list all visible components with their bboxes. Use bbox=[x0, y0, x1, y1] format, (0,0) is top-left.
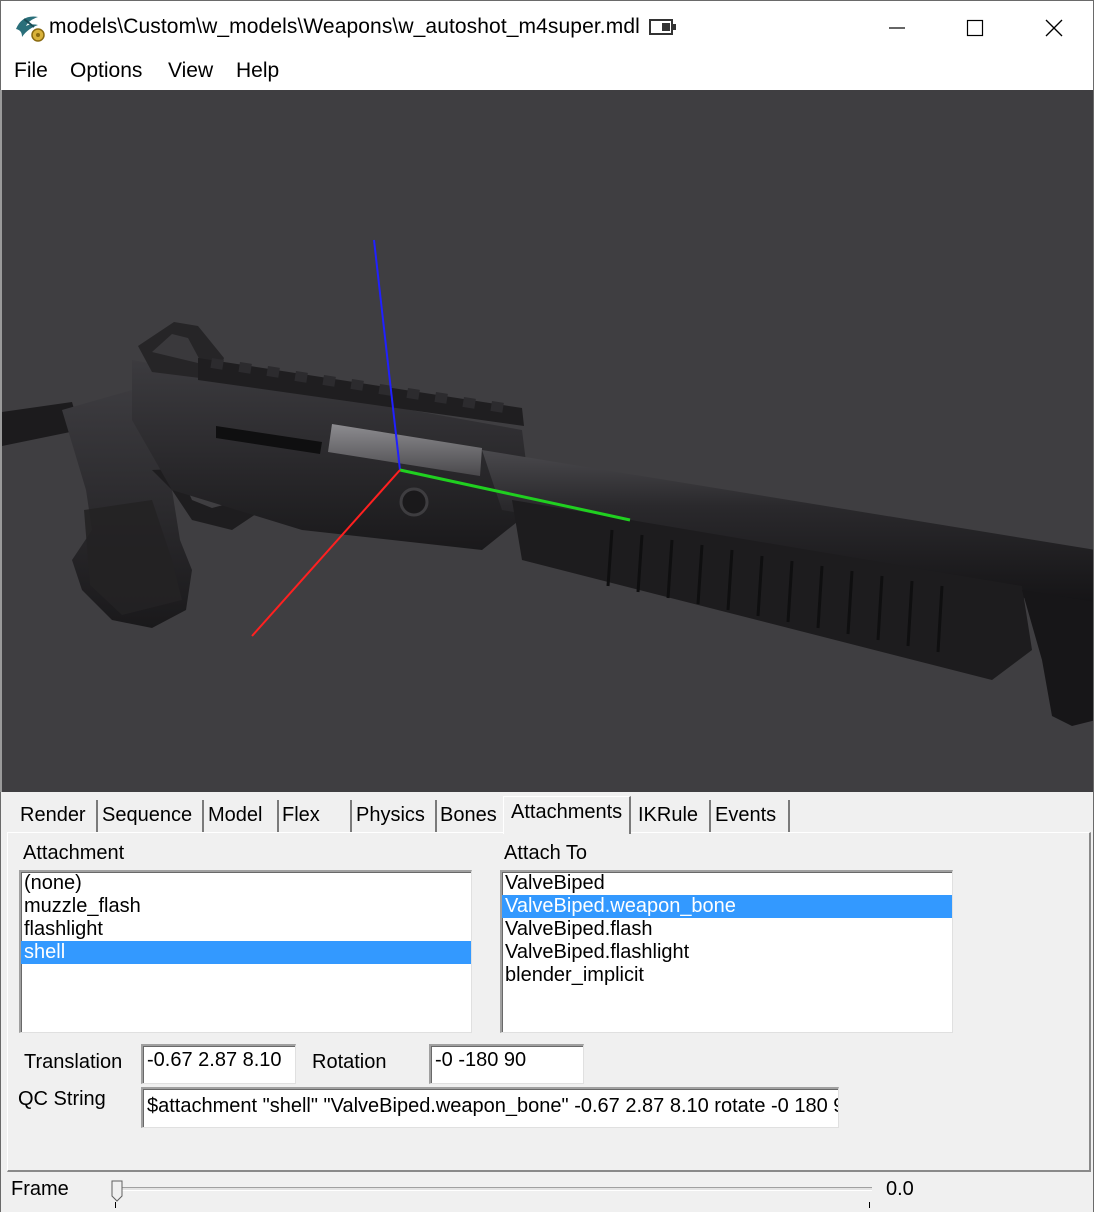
list-item[interactable]: flashlight bbox=[21, 918, 471, 941]
tab-bones[interactable]: Bones bbox=[433, 800, 506, 832]
rotation-field[interactable]: -0 -180 90 bbox=[429, 1044, 584, 1084]
menu-bar: File Options View Help bbox=[0, 54, 1094, 90]
slider-tick bbox=[115, 1202, 116, 1208]
menu-help[interactable]: Help bbox=[236, 59, 279, 83]
tab-strip: Render Sequence Model Flex Physics Bones… bbox=[7, 796, 1091, 834]
slider-tick bbox=[869, 1202, 870, 1208]
tab-attachments[interactable]: Attachments bbox=[503, 796, 631, 834]
title-bar[interactable]: models\Custom\w_models\Weapons\w_autosho… bbox=[0, 0, 1094, 54]
tab-ikrule[interactable]: IKRule bbox=[631, 800, 711, 832]
close-button[interactable] bbox=[1015, 1, 1093, 55]
list-item[interactable]: muzzle_flash bbox=[21, 895, 471, 918]
frame-slider-track[interactable] bbox=[118, 1187, 872, 1191]
qc-string-label: QC String bbox=[18, 1088, 106, 1110]
tab-physics[interactable]: Physics bbox=[349, 800, 437, 832]
list-item[interactable]: blender_implicit bbox=[502, 964, 952, 987]
list-item-selected[interactable]: shell bbox=[21, 941, 471, 964]
tab-flex[interactable]: Flex bbox=[275, 800, 352, 832]
attachments-panel: Attachment (none) muzzle_flash flashligh… bbox=[7, 832, 1091, 1172]
list-item-selected[interactable]: ValveBiped.weapon_bone bbox=[502, 895, 952, 918]
tablet-mode-icon[interactable] bbox=[649, 18, 677, 36]
receiver-pin bbox=[399, 487, 429, 517]
maximize-button[interactable] bbox=[936, 1, 1014, 55]
minimize-button[interactable] bbox=[858, 1, 936, 55]
window-title: models\Custom\w_models\Weapons\w_autosho… bbox=[49, 15, 640, 38]
hlmv-app-icon bbox=[16, 16, 45, 42]
tab-events[interactable]: Events bbox=[708, 800, 790, 832]
list-item[interactable]: ValveBiped bbox=[502, 872, 952, 895]
maximize-icon bbox=[966, 19, 984, 37]
tab-model[interactable]: Model bbox=[201, 800, 279, 832]
menu-file[interactable]: File bbox=[14, 59, 48, 83]
muzzle-end bbox=[1022, 590, 1093, 726]
tab-sequence[interactable]: Sequence bbox=[95, 800, 204, 832]
translation-label: Translation bbox=[24, 1051, 123, 1073]
list-item[interactable]: ValveBiped.flash bbox=[502, 918, 952, 941]
shotgun-model bbox=[2, 239, 1093, 726]
list-item[interactable]: ValveBiped.flashlight bbox=[502, 941, 952, 964]
qc-string-field[interactable]: $attachment "shell" "ValveBiped.weapon_b… bbox=[141, 1087, 839, 1128]
menu-view[interactable]: View bbox=[168, 59, 213, 83]
tab-render[interactable]: Render bbox=[13, 800, 98, 832]
model-viewport[interactable] bbox=[0, 90, 1094, 792]
attachment-label: Attachment bbox=[23, 842, 125, 864]
frame-slider-thumb[interactable] bbox=[111, 1180, 123, 1202]
attach-to-listbox[interactable]: ValveBiped ValveBiped.weapon_bone ValveB… bbox=[500, 870, 953, 1033]
frame-label: Frame bbox=[11, 1178, 69, 1200]
menu-options[interactable]: Options bbox=[70, 59, 142, 83]
minimize-icon bbox=[889, 27, 905, 29]
attachment-listbox[interactable]: (none) muzzle_flash flashlight shell bbox=[19, 870, 472, 1033]
list-item[interactable]: (none) bbox=[21, 872, 471, 895]
close-icon bbox=[1045, 19, 1063, 37]
attach-to-label: Attach To bbox=[504, 842, 588, 864]
rotation-label: Rotation bbox=[312, 1051, 387, 1073]
frame-value: 0.0 bbox=[886, 1178, 914, 1200]
translation-field[interactable]: -0.67 2.87 8.10 bbox=[141, 1044, 296, 1084]
control-panel: Render Sequence Model Flex Physics Bones… bbox=[0, 792, 1094, 1212]
